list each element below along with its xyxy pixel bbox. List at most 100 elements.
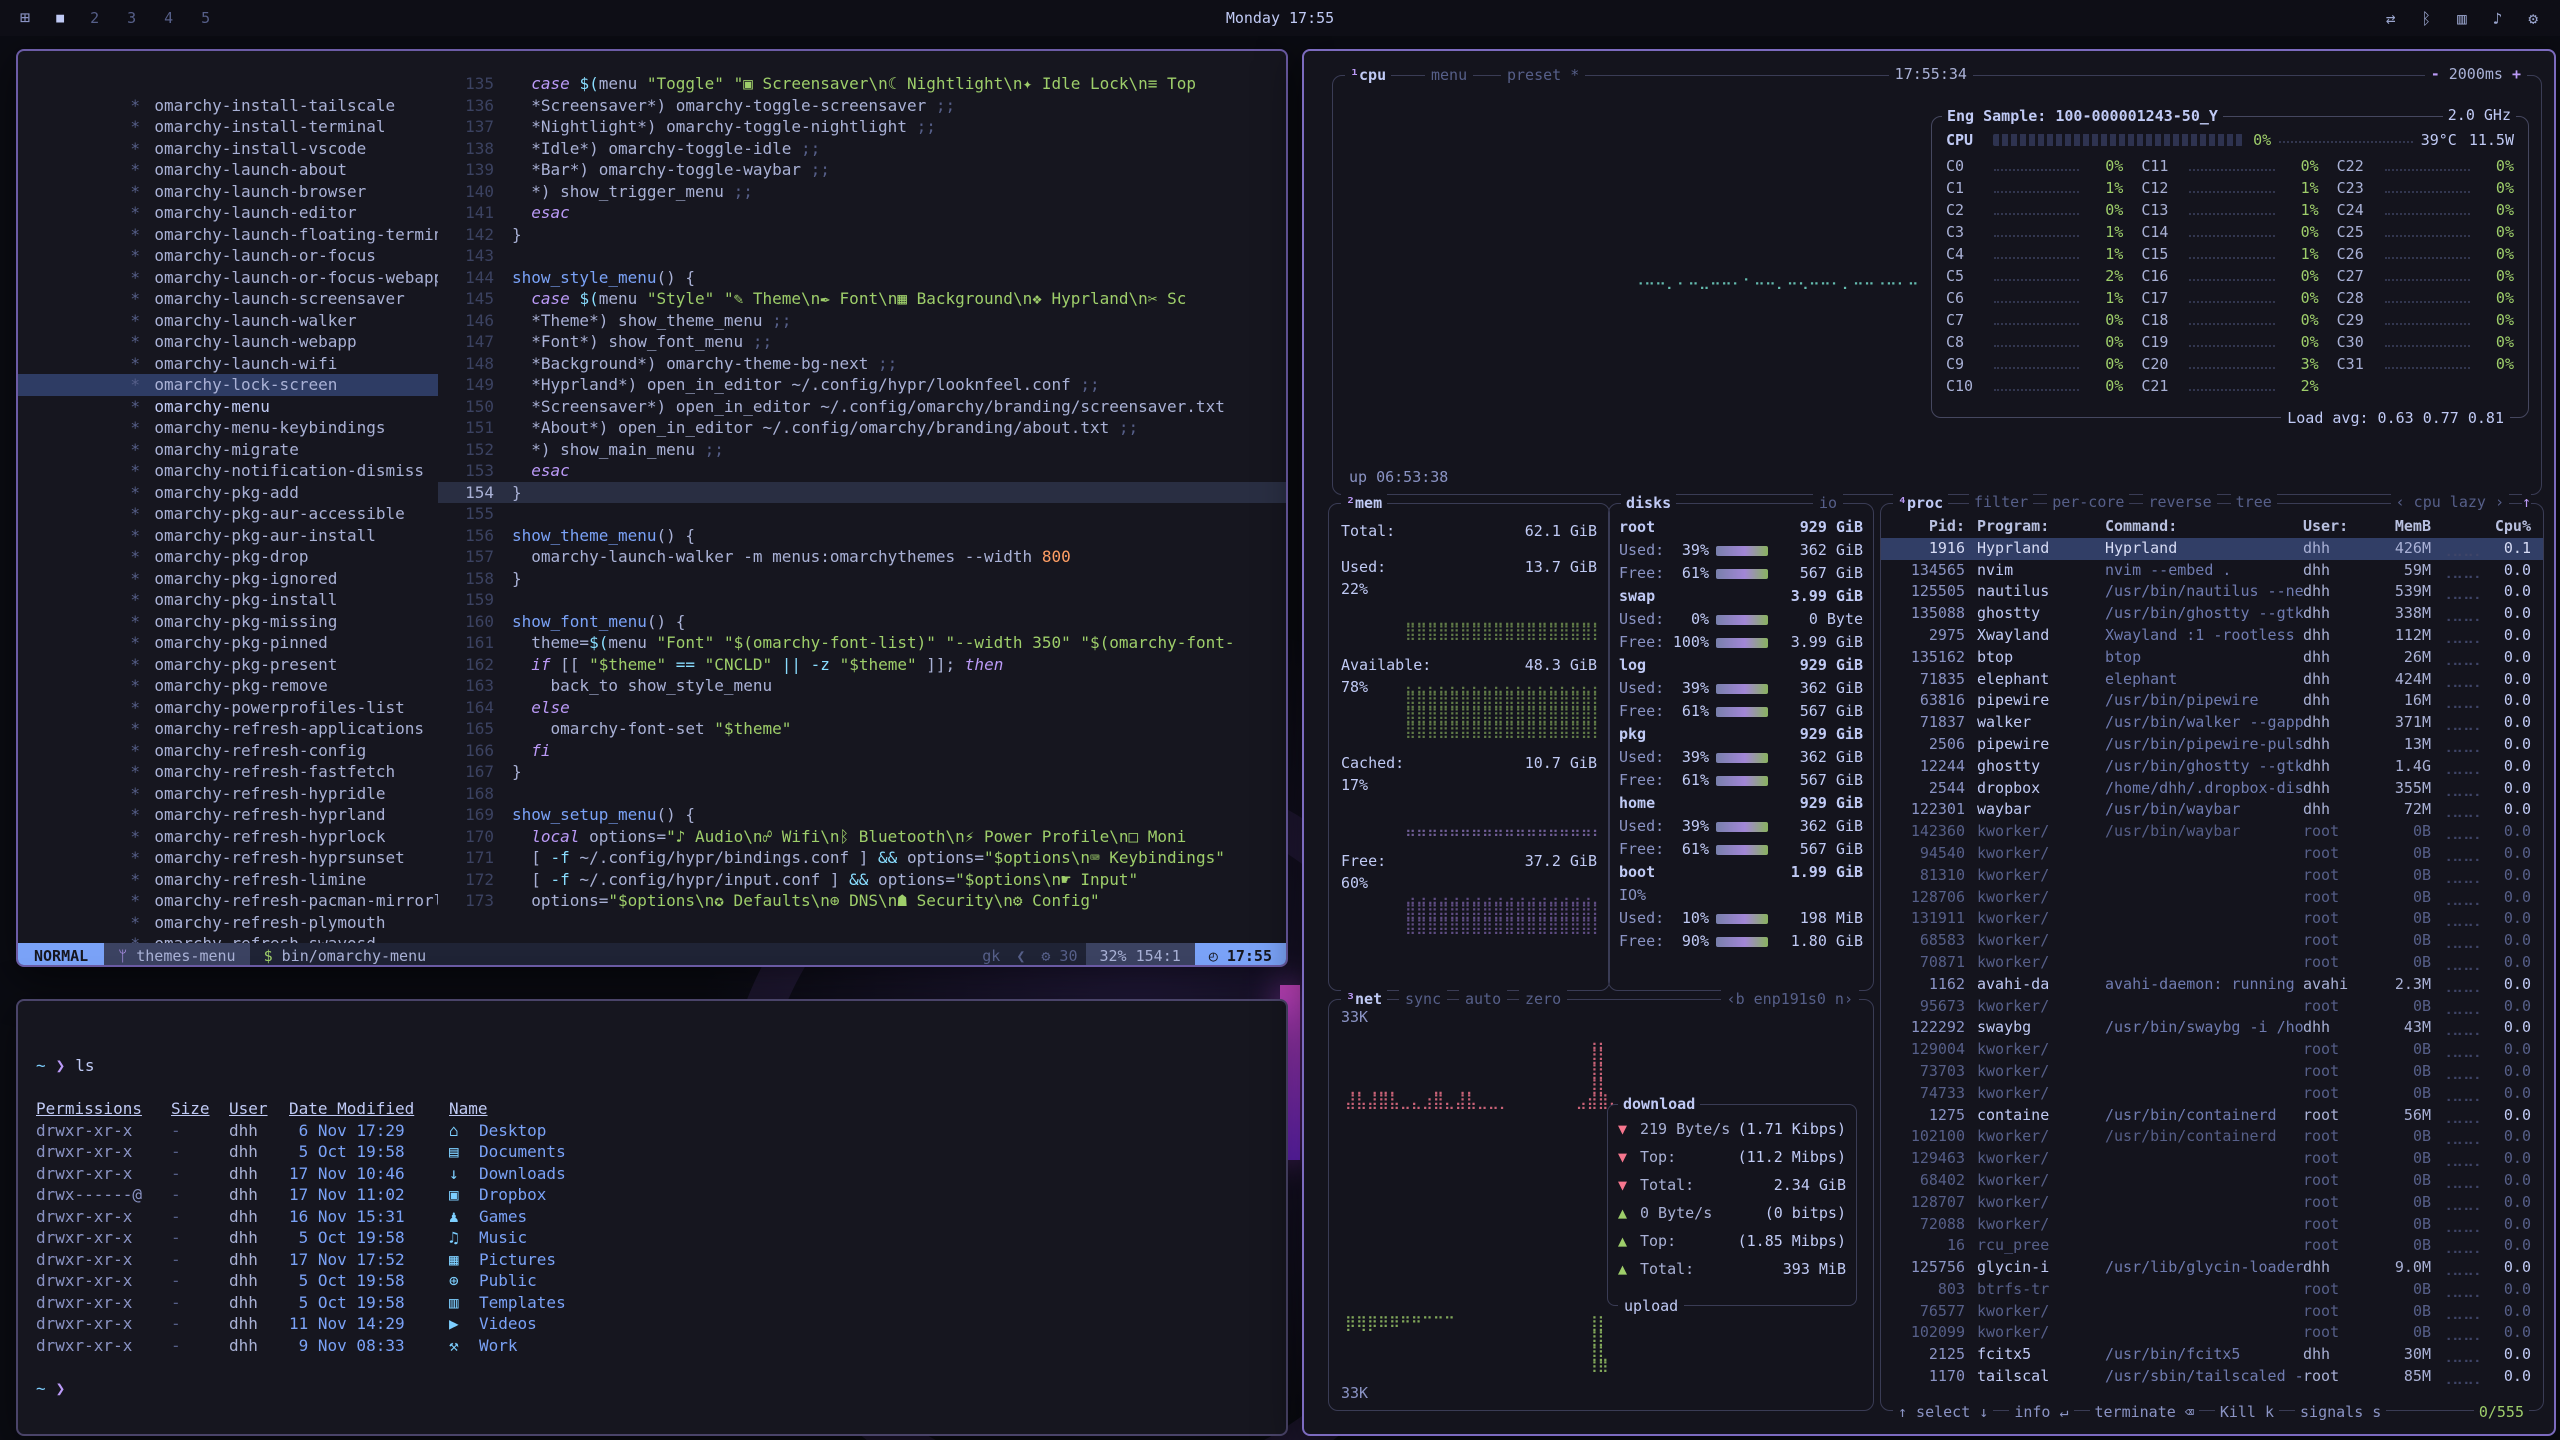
- core-meter: C11%: [1946, 177, 2123, 199]
- statusline-extra: gk: [974, 943, 1008, 967]
- process-row[interactable]: 2544 dropbox /home/dhh/.dropbox-dist dhh…: [1881, 778, 2543, 800]
- file-list-item[interactable]: *omarchy-install-tailscale: [18, 73, 438, 95]
- proc-cpu-graph: ⢀⣀⣀⡀: [2431, 1192, 2485, 1214]
- net-auto-toggle[interactable]: auto: [1459, 989, 1507, 1009]
- line-number: 161: [438, 632, 494, 654]
- process-row[interactable]: 73703 kworker/ root 0B ⢀⣀⣀⡀ 0.0: [1881, 1061, 2543, 1083]
- process-row[interactable]: 76577 kworker/ root 0B ⢀⣀⣀⡀ 0.0: [1881, 1301, 2543, 1323]
- proc-action[interactable]: Kill k: [2215, 1403, 2279, 1421]
- process-row[interactable]: 63816 pipewire /usr/bin/pipewire dhh 16M…: [1881, 690, 2543, 712]
- free-meter: [1716, 707, 1768, 717]
- process-row[interactable]: 74733 kworker/ root 0B ⢀⣀⣀⡀ 0.0: [1881, 1083, 2543, 1105]
- proc-control[interactable]: per-core: [2047, 493, 2129, 511]
- proc-header-row: Pid: Program: Command: User: MemB Cpu%: [1881, 516, 2543, 538]
- process-row[interactable]: 131911 kworker/ root 0B ⢀⣀⣀⡀ 0.0: [1881, 908, 2543, 930]
- proc-cpu-graph: ⢀⣀⣀⡀: [2431, 1039, 2485, 1061]
- process-row[interactable]: 122292 swaybg /usr/bin/swaybg -i /hom dh…: [1881, 1017, 2543, 1039]
- process-row[interactable]: 81310 kworker/ root 0B ⢀⣀⣀⡀ 0.0: [1881, 865, 2543, 887]
- proc-control[interactable]: filter: [1969, 493, 2033, 511]
- code-editor[interactable]: 135 case $(menu "Toggle" "▣ Screensaver\…: [438, 51, 1286, 943]
- proc-cpu-graph: ⢀⣀⣀⡀: [2431, 930, 2485, 952]
- process-row[interactable]: 102100 kworker/ /usr/bin/containerd root…: [1881, 1126, 2543, 1148]
- line-number: 140: [438, 181, 494, 203]
- process-row[interactable]: 128706 kworker/ root 0B ⢀⣀⣀⡀ 0.0: [1881, 887, 2543, 909]
- process-row[interactable]: 129463 kworker/ root 0B ⢀⣀⣀⡀ 0.0: [1881, 1148, 2543, 1170]
- process-row[interactable]: 2975 Xwayland Xwayland :1 -rootless - dh…: [1881, 625, 2543, 647]
- disk-entry: swap3.99 GiB Used:0%0 Byte Free:100%3.99…: [1619, 585, 1863, 654]
- terminal-window[interactable]: ~ ❯ ls Permissions Size User Date Modifi…: [16, 999, 1288, 1436]
- process-row[interactable]: 71835 elephant elephant dhh 424M ⢀⣀⣀⡀ 0.…: [1881, 669, 2543, 691]
- cpu-frequency: 2.0 GHz: [2443, 106, 2516, 124]
- proc-action[interactable]: signals s: [2295, 1403, 2386, 1421]
- process-row[interactable]: 129004 kworker/ root 0B ⢀⣀⣀⡀ 0.0: [1881, 1039, 2543, 1061]
- code-line: 143: [438, 245, 1286, 267]
- sort-direction-icon[interactable]: ↑: [2522, 493, 2531, 511]
- executable-marker: *: [130, 224, 154, 246]
- io-mode-toggle[interactable]: io: [1813, 493, 1843, 513]
- process-row[interactable]: 142360 kworker/ /usr/bin/waybar root 0B …: [1881, 821, 2543, 843]
- prompt-symbol[interactable]: ❯: [56, 1378, 66, 1400]
- code-line: 135 case $(menu "Toggle" "▣ Screensaver\…: [438, 73, 1286, 95]
- process-row[interactable]: 68402 kworker/ root 0B ⢀⣀⣀⡀ 0.0: [1881, 1170, 2543, 1192]
- process-row[interactable]: 134565 nvim nvim --embed . dhh 59M ⢀⣀⣀⡀ …: [1881, 560, 2543, 582]
- process-row[interactable]: 135162 btop btop dhh 26M ⢀⣀⣀⡀ 0.0: [1881, 647, 2543, 669]
- core-meter: C290%: [2337, 309, 2514, 331]
- proc-cpu-graph: ⢀⣀⣀⡀: [2431, 952, 2485, 974]
- process-row[interactable]: 1170 tailscal /usr/sbin/tailscaled -- ro…: [1881, 1366, 2543, 1388]
- code-line: 165 omarchy-font-set "$theme": [438, 718, 1286, 740]
- process-row[interactable]: 122301 waybar /usr/bin/waybar dhh 72M ⢀⣀…: [1881, 799, 2543, 821]
- process-row[interactable]: 135088 ghostty /usr/bin/ghostty --gtk- d…: [1881, 603, 2543, 625]
- proc-cpu-graph: ⢀⣀⣀⡀: [2431, 712, 2485, 734]
- folder-icon: ▥: [449, 1292, 479, 1314]
- process-row[interactable]: 94540 kworker/ root 0B ⢀⣀⣀⡀ 0.0: [1881, 843, 2543, 865]
- code-line: 145 case $(menu "Style" "✎ Theme\n✒ Font…: [438, 288, 1286, 310]
- process-row[interactable]: 16 rcu_pree root 0B ⢀⣀⣀⡀ 0.0: [1881, 1235, 2543, 1257]
- process-row[interactable]: 1916 Hyprland Hyprland dhh 426M ⢀⣀⣀⡀ 0.1: [1881, 538, 2543, 560]
- update-interval[interactable]: - 2000ms +: [2425, 65, 2527, 83]
- vim-mode-badge: NORMAL: [18, 943, 104, 967]
- process-row[interactable]: 71837 walker /usr/bin/walker --gappl dhh…: [1881, 712, 2543, 734]
- process-row[interactable]: 1275 containe /usr/bin/containerd root 5…: [1881, 1105, 2543, 1127]
- proc-sort-selector[interactable]: ‹ cpu lazy ›: [2391, 493, 2509, 511]
- cpu-box: ¹cpu menu preset * 17:55:34 - 2000ms + ⠐…: [1332, 75, 2542, 495]
- line-number: 141: [438, 202, 494, 224]
- proc-control[interactable]: reverse: [2143, 493, 2216, 511]
- btop-window[interactable]: ¹cpu menu preset * 17:55:34 - 2000ms + ⠐…: [1302, 49, 2556, 1436]
- process-row[interactable]: 125756 glycin-i /usr/lib/glycin-loaders …: [1881, 1257, 2543, 1279]
- process-row[interactable]: 2506 pipewire /usr/bin/pipewire-pulse dh…: [1881, 734, 2543, 756]
- editor-window[interactable]: *omarchy-install-tailscale *omarchy-inst…: [16, 49, 1288, 967]
- code-line: 167}: [438, 761, 1286, 783]
- free-meter: [1716, 569, 1768, 579]
- proc-action[interactable]: terminate ⌫: [2090, 1403, 2199, 1421]
- net-zero-toggle[interactable]: zero: [1519, 989, 1567, 1009]
- proc-action[interactable]: info ↵: [2009, 1403, 2073, 1421]
- process-row[interactable]: 102099 kworker/ root 0B ⢀⣀⣀⡀ 0.0: [1881, 1322, 2543, 1344]
- process-row[interactable]: 72088 kworker/ root 0B ⢀⣀⣀⡀ 0.0: [1881, 1214, 2543, 1236]
- process-row[interactable]: 128707 kworker/ root 0B ⢀⣀⣀⡀ 0.0: [1881, 1192, 2543, 1214]
- code-line: 137 *Nightlight*) omarchy-toggle-nightli…: [438, 116, 1286, 138]
- process-row[interactable]: 95673 kworker/ root 0B ⢀⣀⣀⡀ 0.0: [1881, 996, 2543, 1018]
- executable-marker: *: [130, 890, 154, 912]
- proc-cpu-graph: ⢀⣀⣀⡀: [2431, 734, 2485, 756]
- cpu-temp: 39°C: [2421, 131, 2457, 149]
- process-row[interactable]: 2125 fcitx5 /usr/bin/fcitx5 dhh 30M ⢀⣀⣀⡀…: [1881, 1344, 2543, 1366]
- btop-preset-button[interactable]: preset *: [1501, 65, 1585, 85]
- process-row[interactable]: 803 btrfs-tr root 0B ⢀⣀⣀⡀ 0.0: [1881, 1279, 2543, 1301]
- process-row[interactable]: 68583 kworker/ root 0B ⢀⣀⣀⡀ 0.0: [1881, 930, 2543, 952]
- proc-cpu-graph: ⢀⣀⣀⡀: [2431, 538, 2485, 560]
- process-row[interactable]: 70871 kworker/ root 0B ⢀⣀⣀⡀ 0.0: [1881, 952, 2543, 974]
- process-row[interactable]: 1162 avahi-da avahi-daemon: running [ av…: [1881, 974, 2543, 996]
- net-sync-toggle[interactable]: sync: [1399, 989, 1447, 1009]
- proc-action[interactable]: ↑ select ↓: [1893, 1403, 1993, 1421]
- proc-control[interactable]: tree: [2231, 493, 2277, 511]
- line-number: 162: [438, 654, 494, 676]
- line-number: 135: [438, 73, 494, 95]
- process-row[interactable]: 12244 ghostty /usr/bin/ghostty --gtk- dh…: [1881, 756, 2543, 778]
- btop-menu-button[interactable]: menu: [1425, 65, 1473, 85]
- ls-row: drwxr-xr-x - dhh 5 Oct 19:58 ♫ Music: [18, 1227, 1286, 1249]
- code-line: 153 esac: [438, 460, 1286, 482]
- code-line: 150 *Screensaver*) open_in_editor ~/.con…: [438, 396, 1286, 418]
- process-row[interactable]: 125505 nautilus /usr/bin/nautilus --new …: [1881, 581, 2543, 603]
- executable-marker: *: [130, 740, 154, 762]
- net-interface[interactable]: ‹b enp191s0 n›: [1721, 989, 1859, 1009]
